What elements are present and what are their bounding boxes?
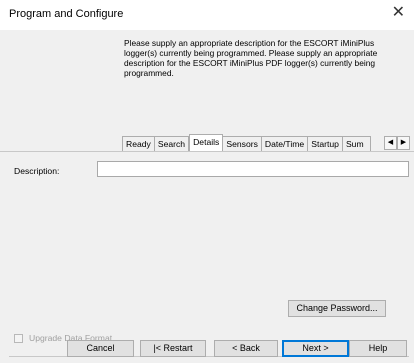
title-bar: Program and Configure ✕ — [0, 0, 414, 30]
tab-search[interactable]: Search — [154, 136, 190, 151]
tab-date-time[interactable]: Date/Time — [261, 136, 309, 151]
upgrade-data-format-checkbox[interactable] — [14, 333, 23, 343]
wizard-panel: Please supply an appropriate description… — [0, 30, 414, 363]
tab-summary[interactable]: Sum — [342, 136, 371, 151]
tab-scroll-left-icon[interactable]: ◀ — [384, 136, 397, 150]
instructions-text: Please supply an appropriate description… — [124, 38, 378, 78]
tab-strip: Ready Search Details Sensors Date/Time S… — [122, 134, 371, 151]
next-button[interactable]: Next > — [282, 340, 349, 357]
close-icon[interactable]: ✕ — [392, 3, 405, 23]
description-input[interactable] — [97, 161, 409, 177]
tab-divider — [0, 151, 414, 152]
tab-scroll-buttons: ◀ ▶ — [384, 136, 410, 150]
window-title: Program and Configure — [9, 8, 124, 20]
back-button[interactable]: < Back — [214, 340, 278, 357]
tab-sensors[interactable]: Sensors — [223, 136, 262, 151]
change-password-button[interactable]: Change Password... — [288, 300, 386, 317]
tab-details[interactable]: Details — [189, 134, 224, 151]
tab-startup[interactable]: Startup — [308, 136, 343, 151]
tab-scroll-right-icon[interactable]: ▶ — [397, 136, 410, 150]
cancel-button[interactable]: Cancel — [67, 340, 134, 357]
description-label: Description: — [14, 166, 60, 176]
restart-button[interactable]: |< Restart — [140, 340, 206, 357]
help-button[interactable]: Help — [349, 340, 407, 357]
tab-ready[interactable]: Ready — [122, 136, 155, 151]
